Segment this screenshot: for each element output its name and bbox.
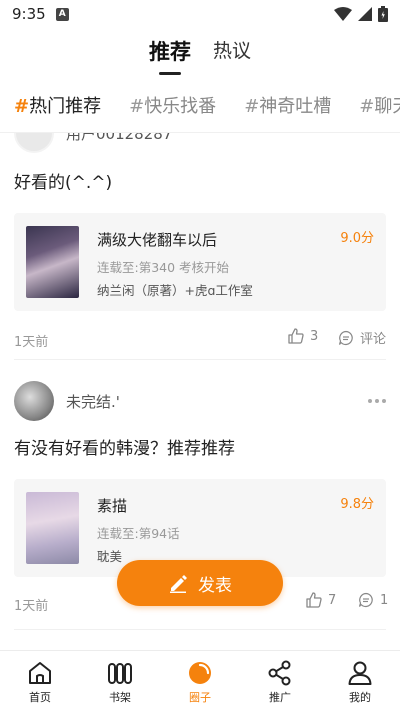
topic-hash: # xyxy=(14,96,30,117)
post-card: 用户00128287 好看的(^.^) 满级大佬翻车以后 9.0分 连载至:第3… xyxy=(0,133,400,355)
post-header: 未完结.' xyxy=(0,381,400,421)
status-icons xyxy=(334,6,388,22)
like-count: 7 xyxy=(328,592,337,608)
post-time: 1天前 xyxy=(14,599,49,614)
topic-label: 热门推荐 xyxy=(29,96,102,117)
book-cover xyxy=(26,226,79,298)
nav-label: 首页 xyxy=(29,691,51,704)
book-score: 9.0分 xyxy=(340,231,374,246)
post-footer: 1天前 3 评论 xyxy=(0,325,400,355)
comment-label: 评论 xyxy=(360,332,387,347)
topic-hash: # xyxy=(129,96,145,117)
status-bar: 9:35 A xyxy=(0,0,400,28)
book-score: 9.8分 xyxy=(340,497,374,512)
like-button[interactable]: 7 xyxy=(306,592,336,608)
post-divider xyxy=(14,629,386,630)
topic-happy-search[interactable]: #快乐找番 xyxy=(129,92,216,122)
comment-button[interactable]: 1 xyxy=(358,592,388,608)
like-count: 3 xyxy=(310,328,319,344)
book-card[interactable]: 满级大佬翻车以后 9.0分 连载至:第340 考核开始 纳兰闲（原著）+虎ɑ工作… xyxy=(14,213,386,311)
like-button[interactable]: 3 xyxy=(288,328,318,344)
post-header: 用户00128287 xyxy=(0,133,400,153)
nav-home[interactable]: 首页 xyxy=(0,651,80,711)
topic-hash: # xyxy=(244,96,260,117)
book-author: 耽美 xyxy=(97,549,123,564)
bookshelf-icon xyxy=(108,663,132,684)
book-title: 素描 xyxy=(97,497,128,515)
status-time: 9:35 xyxy=(12,5,46,23)
publish-label: 发表 xyxy=(198,575,232,596)
book-status: 连载至:第94话 xyxy=(97,526,180,541)
comment-button[interactable]: 评论 xyxy=(338,328,386,347)
book-cover xyxy=(26,492,79,564)
book-author: 纳兰闲（原著）+虎ɑ工作室 xyxy=(97,283,253,298)
topic-hash: # xyxy=(359,96,375,117)
tab-hot-discussion[interactable]: 热议 xyxy=(213,36,251,76)
publish-button[interactable]: 发表 xyxy=(117,560,283,606)
circle-icon xyxy=(189,662,211,684)
post-text: 有没有好看的韩漫？推荐推荐 xyxy=(14,439,235,459)
nav-promote[interactable]: 推广 xyxy=(240,651,320,711)
topic-hot-recommend[interactable]: #热门推荐 xyxy=(14,92,101,122)
topic-label: 神奇吐槽 xyxy=(259,96,332,117)
user-icon xyxy=(348,661,372,685)
username[interactable]: 用户00128287 xyxy=(66,133,172,144)
topic-rant[interactable]: #神奇吐槽 xyxy=(244,92,331,122)
share-icon xyxy=(268,660,291,686)
tab-recommend[interactable]: 推荐 xyxy=(149,36,191,76)
more-icon[interactable] xyxy=(368,399,386,403)
nav-circle[interactable]: 圈子 xyxy=(160,651,240,711)
book-status: 连载至:第340 考核开始 xyxy=(97,260,230,275)
topic-chat[interactable]: #聊天 xyxy=(359,92,400,122)
thumb-up-icon xyxy=(306,592,322,608)
nav-label: 推广 xyxy=(269,691,291,704)
topic-label: 快乐找番 xyxy=(144,96,217,117)
nav-mine[interactable]: 我的 xyxy=(320,651,400,711)
battery-icon xyxy=(378,6,388,22)
wifi-icon xyxy=(334,7,352,21)
nav-label: 书架 xyxy=(109,691,131,704)
book-title: 满级大佬翻车以后 xyxy=(97,231,218,249)
comment-icon xyxy=(338,330,353,345)
nav-bookshelf[interactable]: 书架 xyxy=(80,651,160,711)
bottom-nav: 首页 书架 圈子 推广 我的 xyxy=(0,650,400,711)
post-time: 1天前 xyxy=(14,335,49,350)
home-icon xyxy=(29,662,51,684)
pencil-icon xyxy=(170,575,187,593)
top-tabs: 推荐 热议 xyxy=(0,36,400,80)
topic-strip: #热门推荐 #快乐找番 #神奇吐槽 #聊天 xyxy=(0,92,400,122)
topic-label: 聊天 xyxy=(374,96,400,117)
post-divider xyxy=(14,359,386,360)
username[interactable]: 未完结.' xyxy=(66,391,120,412)
post-text: 好看的(^.^) xyxy=(14,173,113,193)
avatar[interactable] xyxy=(14,133,54,153)
avatar[interactable] xyxy=(14,381,54,421)
nav-label: 圈子 xyxy=(189,691,211,704)
thumb-up-icon xyxy=(288,328,304,344)
signal-icon xyxy=(358,7,372,21)
notification-icon: A xyxy=(55,7,69,21)
comment-count: 1 xyxy=(380,592,389,608)
nav-label: 我的 xyxy=(349,691,371,704)
comment-icon xyxy=(358,592,373,608)
